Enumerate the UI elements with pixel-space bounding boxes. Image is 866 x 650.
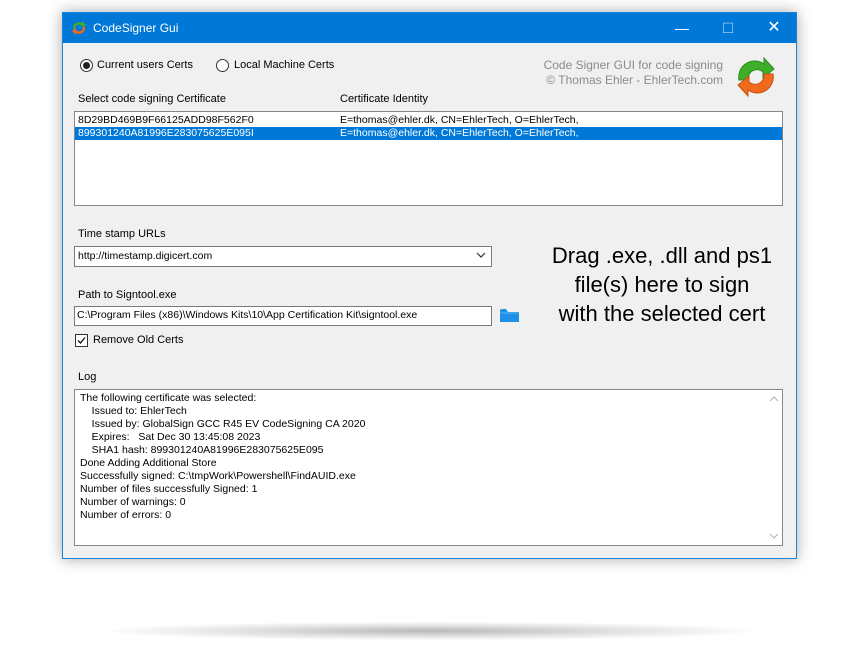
cert-identity: E=thomas@ehler.dk, CN=EhlerTech, O=Ehler…: [340, 114, 579, 126]
signtool-path-value: C:\Program Files (x86)\Windows Kits\10\A…: [77, 309, 418, 321]
cert-listbox[interactable]: 8D29BD469B9F66125ADD98F562F0 E=thomas@eh…: [74, 111, 783, 206]
window-reflection-shadow: [110, 622, 750, 640]
log-line: Issued by: GlobalSign GCC R45 EV CodeSig…: [80, 418, 366, 430]
drop-hint-line-2: file(s) here to sign: [574, 272, 750, 297]
cert-list-header-identity: Certificate Identity: [340, 93, 429, 105]
cert-identity: E=thomas@ehler.dk, CN=EhlerTech, O=Ehler…: [340, 127, 579, 139]
timestamp-url-select[interactable]: http://timestamp.digicert.com: [74, 246, 492, 267]
chevron-down-icon[interactable]: [476, 250, 486, 260]
log-line: SHA1 hash: 899301240A81996E283075625E095: [80, 444, 324, 456]
codesigner-logo-icon: [737, 56, 775, 98]
radio-local-machine-label[interactable]: Local Machine Certs: [234, 59, 334, 71]
maximize-button[interactable]: ☐: [705, 13, 751, 43]
cert-list-row[interactable]: 8D29BD469B9F66125ADD98F562F0 E=thomas@eh…: [75, 114, 782, 127]
minimize-button[interactable]: —: [659, 13, 705, 43]
log-label: Log: [78, 371, 97, 383]
signtool-path-input[interactable]: C:\Program Files (x86)\Windows Kits\10\A…: [74, 306, 492, 326]
log-line: Expires: Sat Dec 30 13:45:08 2023: [80, 431, 261, 443]
credits-line-2: © Thomas Ehler - EhlerTech.com: [546, 73, 723, 87]
log-line: Issued to: EhlerTech: [80, 405, 187, 417]
cert-list-header-cert: Select code signing Certificate: [78, 93, 226, 105]
cert-thumbprint: 8D29BD469B9F66125ADD98F562F0: [78, 114, 254, 126]
credits: Code Signer GUI for code signing © Thoma…: [503, 58, 723, 88]
codesigner-arrows-icon: [72, 21, 86, 35]
log-textbox[interactable]: The following certificate was selected: …: [74, 389, 783, 546]
log-line: Number of files successfully Signed: 1: [80, 483, 258, 495]
log-line: Number of errors: 0: [80, 509, 172, 521]
title-bar[interactable]: CodeSigner Gui — ☐ ✕: [63, 13, 796, 43]
drop-zone-hint[interactable]: Drag .exe, .dll and ps1 file(s) here to …: [533, 241, 791, 328]
remove-old-certs-checkbox[interactable]: [75, 334, 88, 347]
drop-hint-line-1: Drag .exe, .dll and ps1: [551, 243, 773, 268]
cert-thumbprint: 899301240A81996E283075625E095I: [78, 127, 254, 139]
app-window: CodeSigner Gui — ☐ ✕ Current users Certs…: [62, 12, 797, 559]
close-button[interactable]: ✕: [751, 13, 797, 43]
folder-icon[interactable]: [500, 308, 519, 323]
cert-list-row-selected[interactable]: 899301240A81996E283075625E095I E=thomas@…: [75, 127, 782, 140]
credits-line-1: Code Signer GUI for code signing: [543, 58, 723, 72]
drop-hint-line-3: with the selected cert: [558, 301, 766, 326]
radio-local-machine[interactable]: [216, 59, 229, 72]
log-line: Successfully signed: C:\tmpWork\Powershe…: [80, 470, 356, 482]
signtool-label: Path to Signtool.exe: [78, 289, 177, 301]
remove-old-certs-label[interactable]: Remove Old Certs: [93, 334, 183, 346]
scroll-down-icon[interactable]: [769, 531, 779, 541]
radio-current-users[interactable]: [80, 59, 93, 72]
radio-selected-dot: [83, 62, 90, 69]
log-line: Done Adding Additional Store: [80, 457, 217, 469]
log-line: The following certificate was selected:: [80, 392, 257, 404]
timestamp-label: Time stamp URLs: [78, 228, 166, 240]
timestamp-url-value: http://timestamp.digicert.com: [78, 250, 213, 262]
scroll-up-icon[interactable]: [769, 394, 779, 404]
window-title: CodeSigner Gui: [93, 21, 179, 35]
log-line: Number of warnings: 0: [80, 496, 186, 508]
log-scrollbar[interactable]: [766, 390, 782, 545]
checkmark-icon: [77, 337, 86, 344]
radio-current-users-label[interactable]: Current users Certs: [97, 59, 193, 71]
